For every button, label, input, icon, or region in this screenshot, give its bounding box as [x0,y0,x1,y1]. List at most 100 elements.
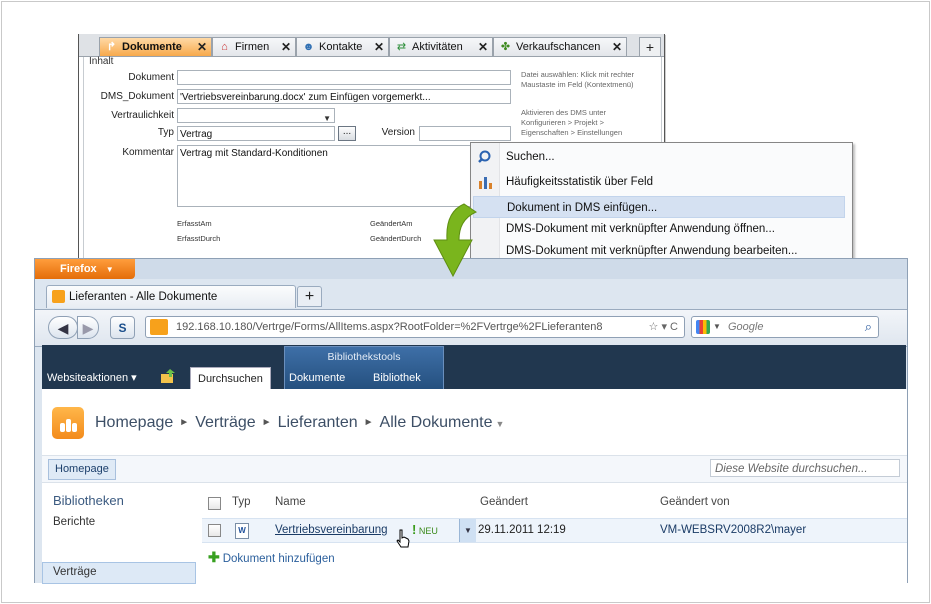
tab-label: Kontakte [319,41,363,53]
url-text: 192.168.10.180/Vertrge/Forms/AllItems.as… [176,321,603,333]
hand-cursor-icon [396,529,410,548]
kommentar-field[interactable]: Vertrag mit Standard-Konditionen [177,145,471,207]
breadcrumb-view[interactable]: Alle Dokumente [380,414,493,431]
people-icon: ☻ [302,41,315,53]
browser-tab-title: Lieferanten - Alle Dokumente [69,291,218,303]
search-icon[interactable]: ⌕ [865,317,872,337]
dokument-label: Dokument [128,72,174,83]
firefox-menu-button[interactable]: Firefox ▼ [35,259,135,279]
breadcrumb-separator: ► [179,417,190,428]
column-header-typ[interactable]: Typ [232,496,251,508]
tab-dokumente[interactable]: ↱ Dokumente ✕ [99,37,212,56]
breadcrumb-vertraege[interactable]: Verträge [195,414,255,431]
geaendert-durch-label: GeändertDurch [370,234,422,243]
column-header-geaendert[interactable]: Geändert [480,496,528,508]
vertraulichkeit-select[interactable]: ▼ [177,108,335,123]
quicklaunch-item-berichte[interactable]: Berichte [53,516,95,528]
back-button[interactable]: ◀ [48,316,78,339]
chevron-down-icon: ▼ [105,265,114,274]
url-controls[interactable]: ☆ ▾ C [644,317,678,337]
add-tab-button[interactable]: + [639,37,661,56]
breadcrumb: Homepage ► Verträge ► Lieferanten ► Alle Dokum… [95,414,504,432]
tab-aktivitaeten[interactable]: ⇄ Aktivitäten ✕ [389,37,493,56]
chevron-down-icon: ▼ [323,114,331,123]
quicklaunch-item-vertraege[interactable]: Verträge [53,566,96,578]
tab-durchsuchen[interactable]: Durchsuchen [190,367,271,390]
version-field[interactable] [419,126,511,141]
erfasst-am-label: ErfasstAm [177,219,212,228]
close-icon[interactable]: ✕ [374,38,384,56]
tab-bibliothek[interactable]: Bibliothek [373,367,421,389]
vertraulichkeit-label: Vertraulichkeit [111,110,174,121]
arrows-icon: ⇄ [396,41,407,53]
menu-item-haeufigkeitsstatistik[interactable]: Häufigkeitsstatistik über Feld [473,171,845,193]
menu-item-label: Dokument in DMS einfügen... [507,202,658,214]
select-all-checkbox[interactable] [208,497,221,510]
tab-label: Dokumente [122,41,182,53]
quick-launch: Bibliotheken Berichte Verträge [42,481,197,584]
chevron-down-icon[interactable]: ▼ [496,419,505,429]
breadcrumb-separator: ► [363,417,374,428]
sharepoint-favicon-icon [52,290,65,303]
skype-addon-icon[interactable]: S [110,316,135,339]
forward-button[interactable]: ▶ [77,316,99,339]
sharepoint-page: Homepage ► Verträge ► Lieferanten ► Alle Dokum… [42,389,907,584]
document-name-link[interactable]: Vertriebsvereinbarung [275,524,388,536]
breadcrumb-homepage[interactable]: Homepage [95,414,173,431]
navigate-up-icon[interactable] [160,368,176,384]
column-header-geaendert-von[interactable]: Geändert von [660,496,730,508]
search-icon [478,150,491,163]
firefox-window: Firefox ▼ Lieferanten - Alle Dokumente +… [34,258,908,584]
version-label: Version [381,127,415,138]
tab-kontakte[interactable]: ☻ Kontakte ✕ [296,37,389,56]
table-row[interactable]: W Vertriebsvereinbarung ! NEU ▼ 29.11.20… [202,518,907,548]
add-document-label: Dokument hinzufügen [222,553,335,565]
nav-homepage[interactable]: Homepage [48,459,116,480]
typ-field[interactable]: Vertrag [177,126,335,141]
close-icon[interactable]: ✕ [478,38,488,56]
tab-label: Firmen [235,41,270,53]
menu-item-label: Häufigkeitsstatistik über Feld [506,176,654,188]
url-bar[interactable]: 192.168.10.180/Vertrge/Forms/AllItems.as… [145,316,685,338]
close-icon[interactable]: ✕ [612,38,622,56]
tab-verkaufschancen[interactable]: ✤ Verkaufschancen ✕ [493,37,627,56]
clover-icon: ✤ [500,41,511,53]
add-icon: ✚ [208,549,220,565]
menu-item-dokument-in-dms-einfuegen[interactable]: Dokument in DMS einfügen... [473,196,845,218]
new-tab-button[interactable]: + [297,286,322,307]
word-document-icon: W [235,523,249,539]
google-icon [696,320,710,334]
browser-tab[interactable]: Lieferanten - Alle Dokumente [46,285,296,308]
typ-lookup-button[interactable]: ... [338,126,356,141]
column-header-name[interactable]: Name [275,496,306,508]
typ-label: Typ [157,127,174,138]
tab-label: Verkaufschancen [516,41,601,53]
modified-date: 29.11.2011 12:19 [478,524,566,536]
close-icon[interactable]: ✕ [197,38,207,56]
erfasst-durch-label: ErfasstDurch [177,234,221,243]
site-actions-menu[interactable]: Websiteaktionen ▾ [47,371,137,384]
ribbon-group-title: Bibliothekstools [327,351,401,363]
breadcrumb-lieferanten[interactable]: Lieferanten [278,414,358,431]
group-title: Inhalt [89,56,114,67]
modified-by-link[interactable]: VM-WEBSRV2008R2\mayer [660,524,806,536]
menu-item-suchen[interactable]: Suchen... [473,146,845,168]
site-search-input[interactable]: Diese Website durchsuchen... [710,459,900,477]
dms-dokument-field[interactable]: 'Vertriebsvereinbarung.docx' zum Einfüge… [177,89,511,104]
tab-firmen[interactable]: ⌂ Firmen ✕ [212,37,296,56]
row-checkbox[interactable] [208,524,221,537]
browser-search-input[interactable]: ▼ Google ⌕ [691,316,879,338]
item-menu-dropdown[interactable]: ▼ [459,519,476,542]
dokument-field[interactable] [177,70,511,85]
tab-label: Aktivitäten [412,41,463,53]
close-icon[interactable]: ✕ [281,38,291,56]
sharepoint-ribbon: Websiteaktionen ▾ Bibliothekstools Durch… [42,345,906,390]
document-icon: ↱ [106,41,117,53]
kommentar-label: Kommentar [122,147,174,158]
menu-item-label: Suchen... [506,151,555,163]
add-document-link[interactable]: ✚ Dokument hinzufügen [208,549,335,566]
tab-dokumente[interactable]: Dokumente [289,367,345,389]
menu-item-dms-oeffnen[interactable]: DMS-Dokument mit verknüpfter Anwendung ö… [473,218,845,240]
quicklaunch-header[interactable]: Bibliotheken [53,493,124,508]
bar-chart-icon [479,177,492,189]
